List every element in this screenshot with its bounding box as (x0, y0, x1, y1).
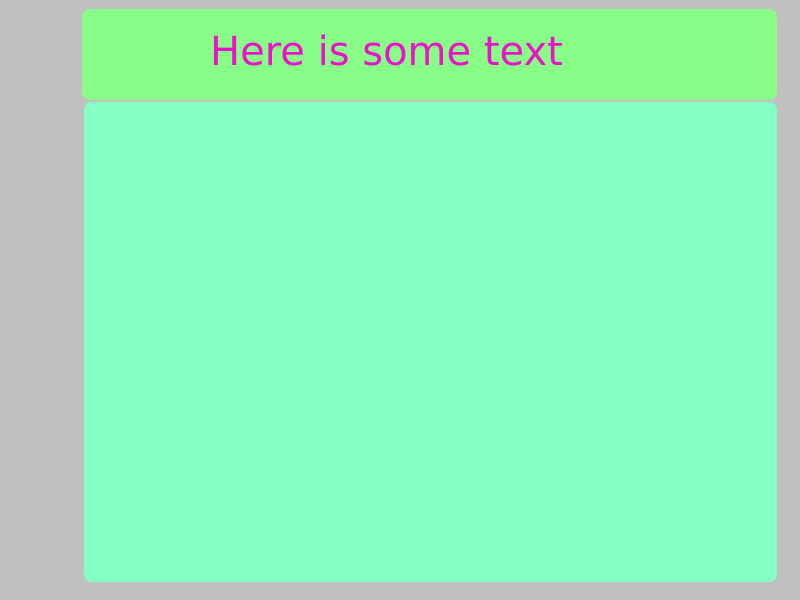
header-panel: Here is some text (82, 9, 777, 100)
content-panel (84, 102, 777, 582)
header-text: Here is some text (210, 29, 563, 75)
